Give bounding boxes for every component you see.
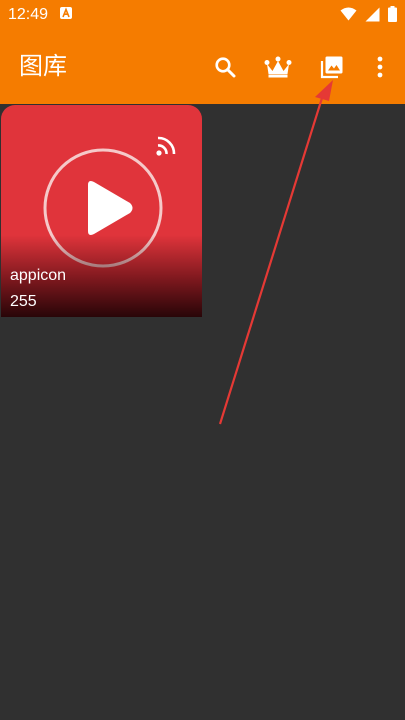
status-icons (340, 6, 397, 22)
more-options-button[interactable] (365, 52, 395, 82)
page-title: 图库 (19, 53, 67, 80)
status-time: 12:49 (8, 6, 49, 23)
search-icon (215, 57, 236, 78)
wifi-icon (340, 7, 357, 21)
status-bar: 12:49 (0, 0, 405, 30)
crown-icon (264, 56, 292, 78)
gallery-image-icon (320, 56, 343, 79)
album-card[interactable]: appicon 255 (1, 105, 202, 317)
album-grid: appicon 255 (0, 104, 405, 720)
battery-icon (388, 6, 397, 22)
app-bar: 图库 (0, 30, 405, 104)
album-count: 255 (10, 293, 37, 310)
premium-button[interactable] (263, 52, 293, 82)
cast-signal-icon (156, 136, 176, 156)
gallery-button[interactable] (317, 52, 347, 82)
android-a-icon (60, 7, 72, 19)
search-button[interactable] (210, 52, 240, 82)
cellular-signal-icon (365, 7, 380, 21)
album-name: appicon (10, 267, 67, 284)
more-vert-icon (377, 56, 383, 78)
